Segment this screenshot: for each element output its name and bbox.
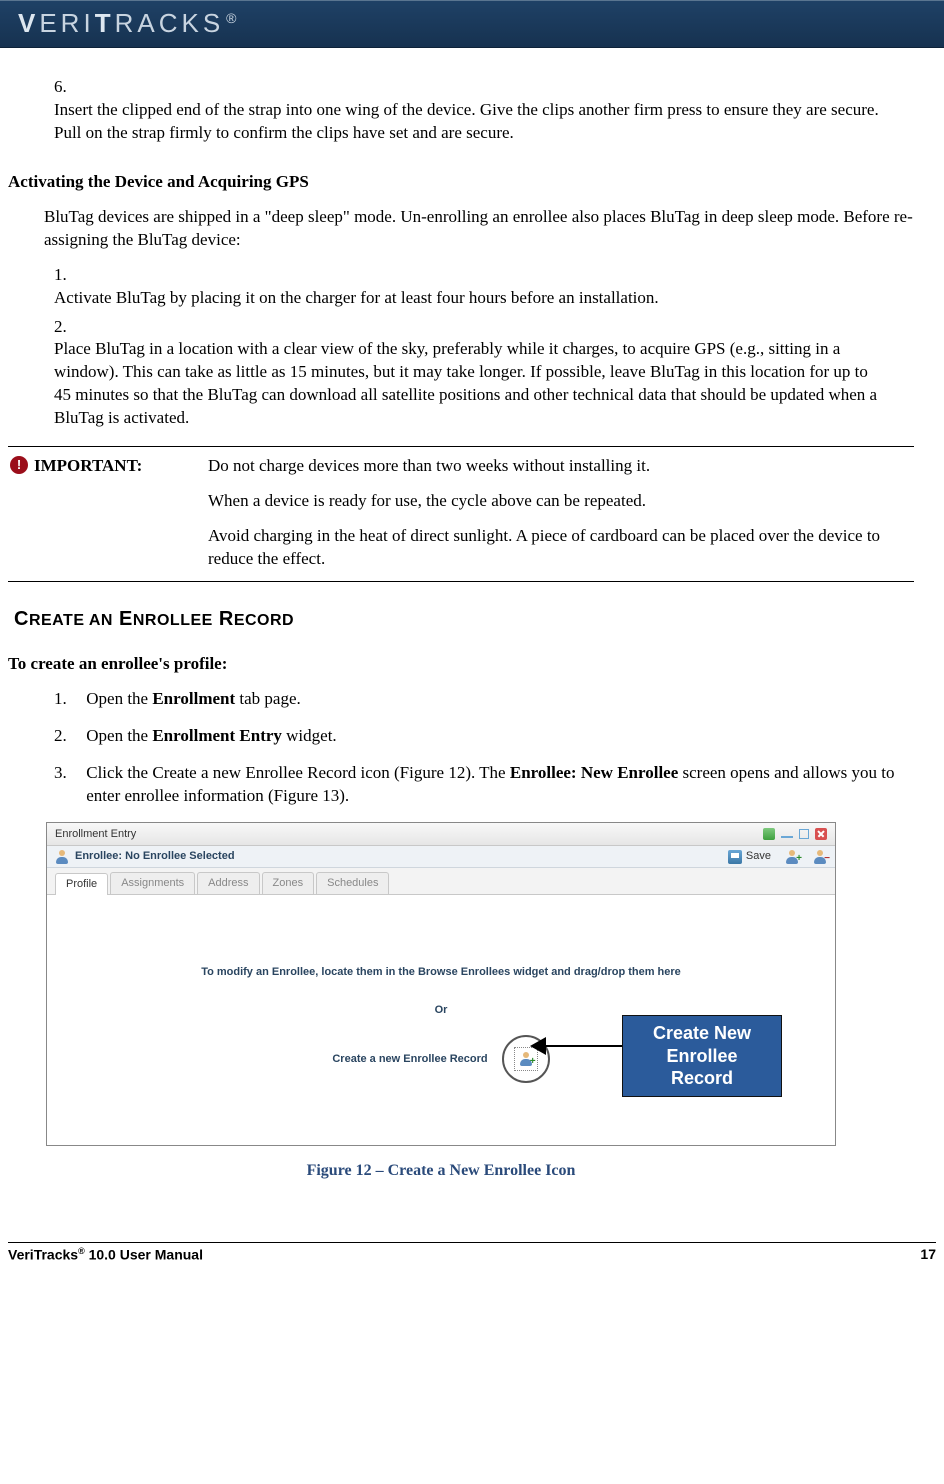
- add-enrollee-icon[interactable]: [785, 850, 799, 864]
- step-6-num: 6.: [54, 76, 82, 99]
- save-button[interactable]: Save: [728, 849, 771, 864]
- heading-activating: Activating the Device and Acquiring GPS: [8, 171, 914, 194]
- save-icon: [728, 850, 742, 864]
- brand-reg: ®: [226, 10, 236, 26]
- app-header: VVERITRACKSERITRACKS®: [0, 0, 944, 48]
- important-right: Do not charge devices more than two week…: [208, 455, 914, 571]
- txt-bold: Enrollment: [152, 689, 235, 708]
- list-num: 2.: [54, 316, 82, 339]
- drop-hint-text: To modify an Enrollee, locate them in th…: [47, 965, 835, 980]
- maximize-icon[interactable]: [799, 829, 809, 839]
- page-footer: VeriTracks® 10.0 User Manual 17: [8, 1242, 936, 1265]
- profile-item-1: 1. Open the Enrollment tab page.: [54, 688, 914, 711]
- txt-post: widget.: [282, 726, 337, 745]
- list-num: 2.: [54, 725, 82, 748]
- list-text: Open the Enrollment tab page.: [86, 688, 910, 711]
- subbar-left: Enrollee: No Enrollee Selected: [55, 849, 235, 864]
- important-block: ! IMPORTANT: Do not charge devices more …: [8, 446, 914, 582]
- save-label: Save: [746, 849, 771, 864]
- important-label: IMPORTANT:: [34, 455, 142, 478]
- callout-arrow: [532, 1045, 622, 1047]
- tab-profile[interactable]: Profile: [55, 873, 108, 895]
- callout-box: Create New Enrollee Record: [622, 1015, 782, 1097]
- remove-enrollee-icon[interactable]: [813, 850, 827, 864]
- important-p2: When a device is ready for use, the cycl…: [208, 490, 914, 513]
- tab-zones[interactable]: Zones: [262, 872, 315, 894]
- panel-title: Enrollment Entry: [55, 827, 136, 842]
- activating-list: 1. Activate BluTag by placing it on the …: [54, 264, 914, 431]
- panel-window-controls: [763, 828, 827, 840]
- panel-titlebar: Enrollment Entry: [47, 823, 835, 847]
- step-6-text: Insert the clipped end of the strap into…: [54, 99, 882, 145]
- enrollee-status: Enrollee: No Enrollee Selected: [75, 849, 235, 864]
- list-num: 3.: [54, 762, 82, 785]
- list-text: Place BluTag in a location with a clear …: [54, 338, 882, 430]
- important-p1: Do not charge devices more than two week…: [208, 455, 914, 478]
- figure-12: Enrollment Entry Enrollee: No Enrollee S…: [46, 822, 836, 1182]
- brand-logo: VVERITRACKSERITRACKS®: [18, 6, 236, 41]
- important-left: ! IMPORTANT:: [8, 455, 208, 571]
- profile-item-3: 3. Click the Create a new Enrollee Recor…: [54, 762, 914, 808]
- page-body: 6. Insert the clipped end of the strap i…: [0, 48, 944, 1204]
- figure-caption: Figure 12 – Create a New Enrollee Icon: [46, 1160, 836, 1182]
- brand-v: V: [18, 8, 39, 38]
- profile-list: 1. Open the Enrollment tab page. 2. Open…: [54, 688, 914, 808]
- step-6: 6. Insert the clipped end of the strap i…: [54, 76, 914, 145]
- profile-item-2: 2. Open the Enrollment Entry widget.: [54, 725, 914, 748]
- tab-assignments[interactable]: Assignments: [110, 872, 195, 894]
- enrollee-icon: [55, 850, 69, 864]
- create-label: Create a new Enrollee Record: [332, 1052, 487, 1067]
- list-text: Click the Create a new Enrollee Record i…: [86, 762, 910, 808]
- txt-pre: Open the: [86, 689, 152, 708]
- refresh-icon[interactable]: [763, 828, 775, 840]
- important-p3: Avoid charging in the heat of direct sun…: [208, 525, 914, 571]
- footer-left: VeriTracks® 10.0 User Manual: [8, 1245, 203, 1265]
- tab-address[interactable]: Address: [197, 872, 259, 894]
- list-text: Open the Enrollment Entry widget.: [86, 725, 910, 748]
- list-num: 1.: [54, 688, 82, 711]
- panel-subbar: Enrollee: No Enrollee Selected Save: [47, 846, 835, 868]
- txt-bold: Enrollment Entry: [152, 726, 282, 745]
- list-text: Activate BluTag by placing it on the cha…: [54, 287, 882, 310]
- panel-body: To modify an Enrollee, locate them in th…: [47, 895, 835, 1145]
- enrollment-entry-panel: Enrollment Entry Enrollee: No Enrollee S…: [46, 822, 836, 1147]
- panel-tabs: Profile Assignments Address Zones Schedu…: [47, 868, 835, 895]
- heading-create-enrollee: CREATE AN ENROLLEE RECORD: [14, 606, 914, 633]
- activating-item-1: 1. Activate BluTag by placing it on the …: [54, 264, 914, 310]
- alert-icon: !: [10, 456, 28, 474]
- txt-pre: Click the Create a new Enrollee Record i…: [86, 763, 510, 782]
- txt-pre: Open the: [86, 726, 152, 745]
- close-icon[interactable]: [815, 828, 827, 840]
- txt-post: tab page.: [235, 689, 301, 708]
- activating-para: BluTag devices are shipped in a "deep sl…: [44, 206, 914, 252]
- footer-page: 17: [920, 1245, 936, 1265]
- footer-product: VeriTracks: [8, 1246, 78, 1262]
- tab-schedules[interactable]: Schedules: [316, 872, 389, 894]
- minimize-icon[interactable]: [781, 830, 793, 838]
- subbar-right: Save: [728, 849, 827, 864]
- footer-reg: ®: [78, 1246, 85, 1256]
- activating-item-2: 2. Place BluTag in a location with a cle…: [54, 316, 914, 431]
- footer-manual: 10.0 User Manual: [85, 1246, 203, 1262]
- heading-profile: To create an enrollee's profile:: [8, 653, 914, 676]
- list-num: 1.: [54, 264, 82, 287]
- txt-bold: Enrollee: New Enrollee: [510, 763, 678, 782]
